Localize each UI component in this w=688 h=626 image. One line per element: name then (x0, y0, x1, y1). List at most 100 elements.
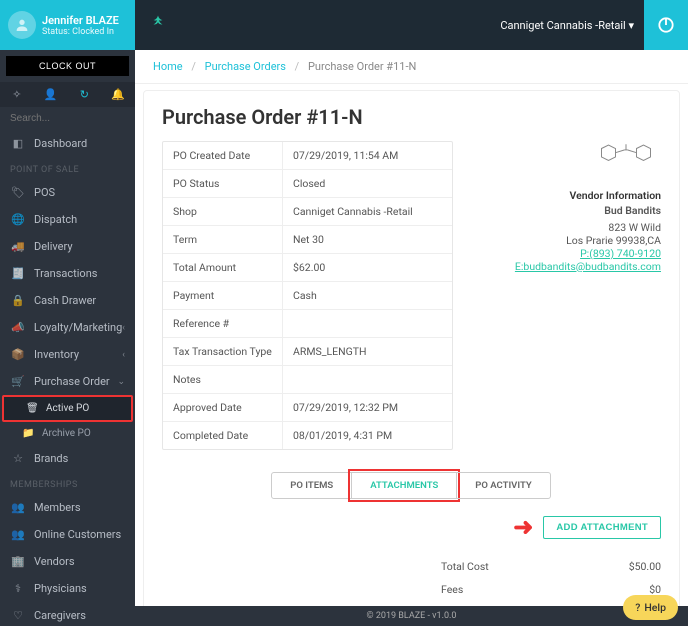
total-row: Total Cost$50.00 (441, 555, 661, 578)
po-row-key: Total Amount (163, 254, 283, 281)
clock-out-button[interactable]: CLOCK OUT (6, 56, 129, 76)
sidebar-item-inventory[interactable]: 📦Inventory‹ (0, 341, 135, 368)
archive-icon: 📁 (22, 428, 36, 439)
sidebar-item-members[interactable]: 👥Members (0, 494, 135, 521)
sidebar-item-dispatch[interactable]: 🌐Dispatch (0, 206, 135, 233)
sidebar-section-pos: POINT OF SALE (0, 157, 135, 179)
annotation-highlight: 🗑Active PO (2, 395, 133, 422)
po-row-key: Payment (163, 282, 283, 309)
po-row: Completed Date08/01/2019, 4:31 PM (163, 422, 452, 449)
lock-icon: 🔒 (10, 294, 26, 307)
sidebar: CLOCK OUT ✧ 👤 ↻ 🔔 ◧Dashboard POINT OF SA… (0, 50, 135, 626)
footer: © 2019 BLAZE - v1.0.0 (135, 606, 688, 626)
sidebar-tab-user-icon[interactable]: 👤 (34, 82, 68, 107)
brand-leaf-icon (149, 14, 167, 37)
sidebar-item-physicians[interactable]: ⚕Physicians (0, 575, 135, 602)
breadcrumb-home[interactable]: Home (153, 60, 183, 73)
user-meta: Jennifer BLAZE Status: Clocked In (42, 14, 119, 37)
sidebar-item-caregivers[interactable]: ♡Caregivers (0, 602, 135, 626)
po-row: TermNet 30 (163, 226, 452, 254)
search-input[interactable] (0, 107, 135, 130)
sidebar-section-memberships: MEMBERSHIPS (0, 472, 135, 494)
user-status: Status: Clocked In (42, 27, 119, 37)
sidebar-item-brands[interactable]: ☆Brands (0, 445, 135, 472)
po-tabs: PO ITEMS ATTACHMENTS PO ACTIVITY (162, 472, 661, 499)
po-row-key: Completed Date (163, 422, 283, 449)
help-icon: ? (635, 601, 640, 614)
po-row-value: $62.00 (283, 254, 452, 281)
po-row: PO StatusClosed (163, 170, 452, 198)
star-icon: ☆ (10, 452, 26, 465)
po-row-value: Canniget Cannabis -Retail (283, 198, 452, 225)
po-details-table: PO Created Date07/29/2019, 11:54 AMPO St… (162, 141, 453, 450)
vendor-phone[interactable]: P:(893) 740-9120 (471, 247, 661, 260)
logout-button[interactable] (644, 0, 688, 50)
tab-attachments[interactable]: ATTACHMENTS (351, 472, 457, 499)
po-row-value (283, 366, 452, 393)
po-row-value: Net 30 (283, 226, 452, 253)
po-row-key: Approved Date (163, 394, 283, 421)
tab-po-activity[interactable]: PO ACTIVITY (456, 472, 550, 499)
sidebar-item-loyalty[interactable]: 📣Loyalty/Marketing‹ (0, 314, 135, 341)
po-row-value (283, 310, 452, 337)
trash-icon: 🗑 (26, 403, 40, 414)
po-row-key: PO Status (163, 170, 283, 197)
main-content: Home / Purchase Orders / Purchase Order … (135, 50, 688, 606)
page-title: Purchase Order #11-N (162, 105, 661, 129)
sidebar-sub-archive-po[interactable]: 📁Archive PO (0, 422, 135, 445)
cart-icon: 🛒 (10, 375, 26, 388)
molecule-icon (471, 141, 661, 177)
truck-icon: 🚚 (10, 240, 26, 253)
avatar (8, 11, 36, 39)
vendor-email[interactable]: E:budbandits@budbandits.com (471, 260, 661, 273)
chevron-left-icon: ‹ (122, 323, 125, 333)
sidebar-mini-tabs: ✧ 👤 ↻ 🔔 (0, 82, 135, 107)
topbar: Jennifer BLAZE Status: Clocked In Cannig… (0, 0, 688, 50)
sidebar-sub-active-po[interactable]: 🗑Active PO (4, 397, 131, 420)
sidebar-item-pos[interactable]: 🏷POS (0, 179, 135, 206)
po-row: Tax Transaction TypeARMS_LENGTH (163, 338, 452, 366)
sidebar-tab-1[interactable]: ✧ (0, 82, 34, 107)
po-row: Approved Date07/29/2019, 12:32 PM (163, 394, 452, 422)
users-icon: 👥 (10, 501, 26, 514)
globe-icon: 🌐 (10, 213, 26, 226)
chevron-down-icon: ▾ (628, 19, 634, 32)
user-panel: Jennifer BLAZE Status: Clocked In (0, 0, 135, 50)
shop-selector[interactable]: Canniget Cannabis -Retail ▾ (500, 19, 634, 32)
sidebar-item-vendors[interactable]: 🏢Vendors (0, 548, 135, 575)
sidebar-tab-bell-icon[interactable]: 🔔 (101, 82, 135, 107)
vendor-name: Bud Bandits (471, 204, 661, 217)
sidebar-item-online-customers[interactable]: 👥Online Customers (0, 521, 135, 548)
po-row: ShopCanniget Cannabis -Retail (163, 198, 452, 226)
po-row-value: 07/29/2019, 12:32 PM (283, 394, 452, 421)
sidebar-item-dashboard[interactable]: ◧Dashboard (0, 130, 135, 157)
megaphone-icon: 📣 (10, 321, 26, 334)
breadcrumb-po-list[interactable]: Purchase Orders (205, 60, 286, 73)
medical-icon: ⚕ (10, 582, 26, 595)
sidebar-item-delivery[interactable]: 🚚Delivery (0, 233, 135, 260)
help-widget[interactable]: ? Help (623, 595, 678, 620)
sidebar-item-cash-drawer[interactable]: 🔒Cash Drawer (0, 287, 135, 314)
heart-icon: ♡ (10, 609, 26, 622)
po-row-key: Reference # (163, 310, 283, 337)
po-row: PO Created Date07/29/2019, 11:54 AM (163, 142, 452, 170)
sidebar-item-purchase-order[interactable]: 🛒Purchase Order⌄ (0, 368, 135, 395)
users-icon: 👥 (10, 528, 26, 541)
vendor-info-title: Vendor Information (471, 189, 661, 202)
po-row: PaymentCash (163, 282, 452, 310)
receipt-icon: 🧾 (10, 267, 26, 280)
tab-po-items[interactable]: PO ITEMS (271, 472, 352, 499)
po-row: Reference # (163, 310, 452, 338)
sidebar-tab-refresh-icon[interactable]: ↻ (68, 82, 102, 107)
po-row-value: Closed (283, 170, 452, 197)
po-row-key: Shop (163, 198, 283, 225)
breadcrumb: Home / Purchase Orders / Purchase Order … (135, 50, 688, 84)
vendor-addr2: Los Prarie 99938,CA (471, 234, 661, 247)
po-row: Notes (163, 366, 452, 394)
sidebar-item-transactions[interactable]: 🧾Transactions (0, 260, 135, 287)
building-icon: 🏢 (10, 555, 26, 568)
tag-icon: 🏷 (10, 186, 26, 199)
box-icon: 📦 (10, 348, 26, 361)
po-row-key: Term (163, 226, 283, 253)
add-attachment-button[interactable]: ADD ATTACHMENT (543, 516, 661, 539)
